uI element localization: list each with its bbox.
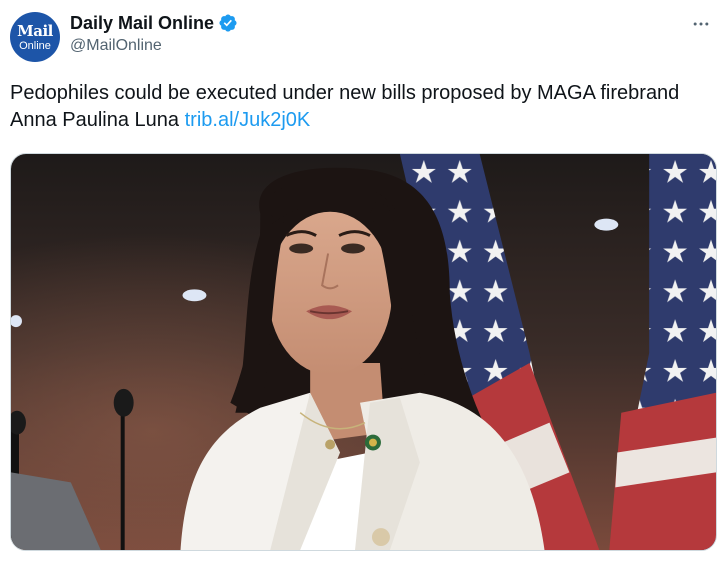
photo-illustration — [11, 154, 716, 550]
tweet-link[interactable]: trib.al/Juk2j0K — [185, 109, 311, 131]
verified-badge-icon — [219, 14, 237, 32]
tweet-photo[interactable] — [10, 153, 717, 551]
avatar-text-mail: Mail — [17, 22, 53, 40]
avatar-text-online: Online — [19, 40, 51, 52]
account-handle[interactable]: @MailOnline — [70, 37, 238, 55]
name-row: Daily Mail Online — [70, 12, 238, 34]
display-name[interactable]: Daily Mail Online — [70, 13, 214, 34]
more-options-button[interactable] — [688, 14, 714, 34]
account-avatar[interactable]: Mail Online — [10, 12, 60, 62]
tweet-body: Pedophiles could be executed under new b… — [10, 82, 680, 131]
tweet-header: Daily Mail Online @MailOnline — [70, 12, 238, 55]
tweet-text: Pedophiles could be executed under new b… — [10, 80, 710, 134]
tweet-card[interactable]: Mail Online Daily Mail Online @MailOnlin… — [0, 0, 724, 571]
more-options-icon — [693, 22, 709, 26]
